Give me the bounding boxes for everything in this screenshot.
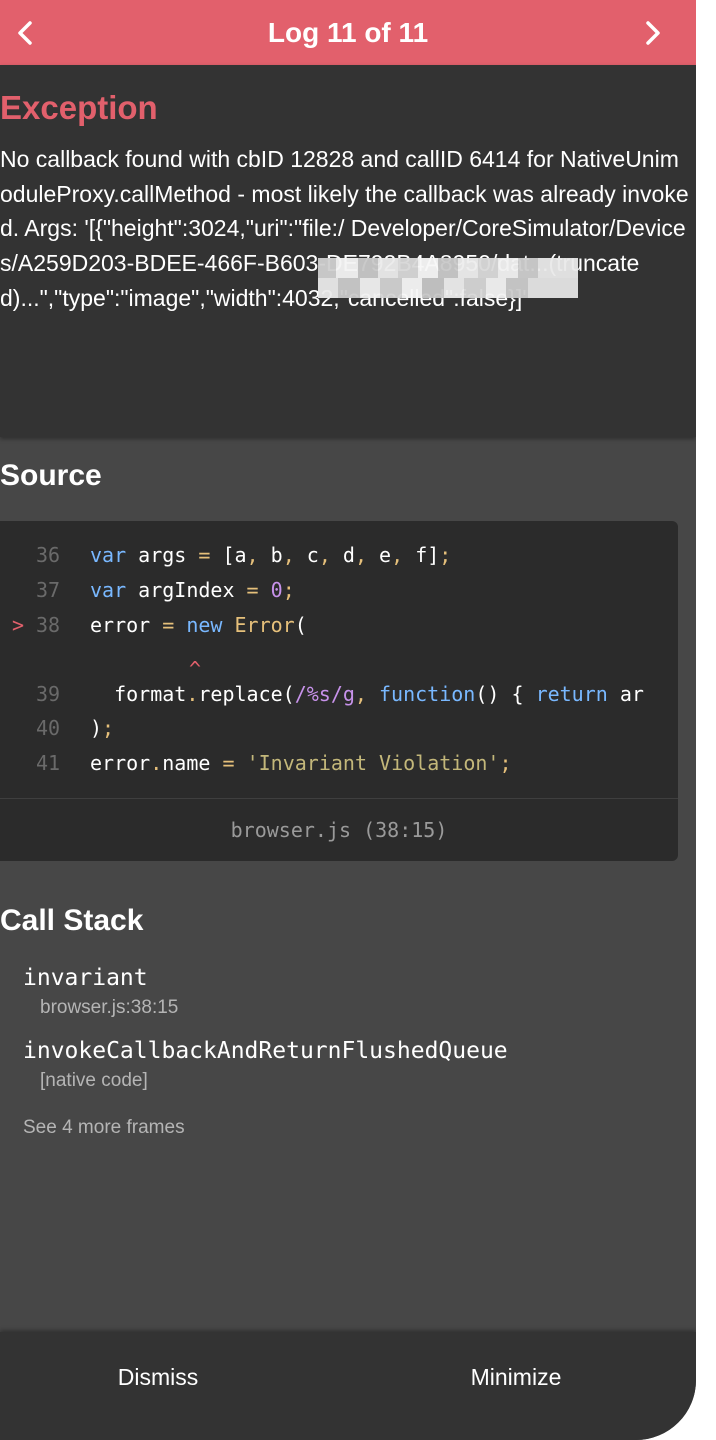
next-log-button[interactable] (628, 0, 678, 65)
stack-frame[interactable]: invariant browser.js:38:15 (23, 965, 178, 1019)
code-line: 40); (0, 712, 114, 744)
line-number: 40 (36, 716, 61, 740)
footer-bar: Dismiss Minimize (0, 1332, 696, 1440)
exception-section: Exception No callback found with cbID 12… (0, 65, 696, 437)
stack-frame[interactable]: invokeCallbackAndReturnFlushedQueue [nat… (23, 1038, 508, 1092)
code-area: 36 var args = [a, b, c, d, e, f]; 37 var a… (0, 537, 662, 799)
code-line-error: >38 error = new Error( (0, 609, 307, 641)
exception-heading: Exception (0, 89, 158, 126)
stack-frame-function: invariant (23, 965, 148, 991)
line-number: 37 (36, 578, 61, 602)
code-line: 37 var argIndex = 0; (0, 574, 295, 606)
code-line: 41 error.name = 'Invariant Violation'; (0, 747, 512, 779)
log-title: Log 11 of 11 (267, 16, 429, 48)
chevron-left-icon (18, 20, 32, 45)
line-number: 36 (36, 543, 61, 567)
code-line: 36 var args = [a, b, c, d, e, f]; (0, 539, 451, 571)
log-header: Log 11 of 11 (0, 0, 696, 65)
line-number: 38 (36, 613, 61, 637)
stack-frame-location: [native code] (40, 1070, 148, 1091)
chevron-right-icon (646, 20, 660, 45)
minimize-button[interactable]: Minimize (342, 1332, 690, 1422)
see-more-frames-button[interactable]: See 4 more frames (23, 1117, 185, 1139)
source-heading: Source (0, 459, 102, 492)
line-number: 41 (36, 751, 61, 775)
previous-log-button[interactable] (0, 0, 50, 65)
source-code-frame: 36 var args = [a, b, c, d, e, f]; 37 var a… (0, 521, 678, 861)
line-number: 39 (36, 682, 61, 706)
code-line: 39 format.replace(/%s/g, function() { re… (0, 678, 644, 710)
dismiss-button[interactable]: Dismiss (0, 1332, 332, 1422)
call-stack-heading: Call Stack (0, 904, 144, 937)
redacted-path-image (318, 258, 578, 298)
source-file-location[interactable]: browser.js (38:15) (0, 799, 678, 861)
stack-frame-location: browser.js:38:15 (40, 997, 179, 1018)
error-line-marker: > (11, 613, 25, 637)
log-box-sheet: Log 11 of 11 Exception No callback found… (0, 0, 696, 1440)
stack-frame-function: invokeCallbackAndReturnFlushedQueue (23, 1038, 508, 1064)
